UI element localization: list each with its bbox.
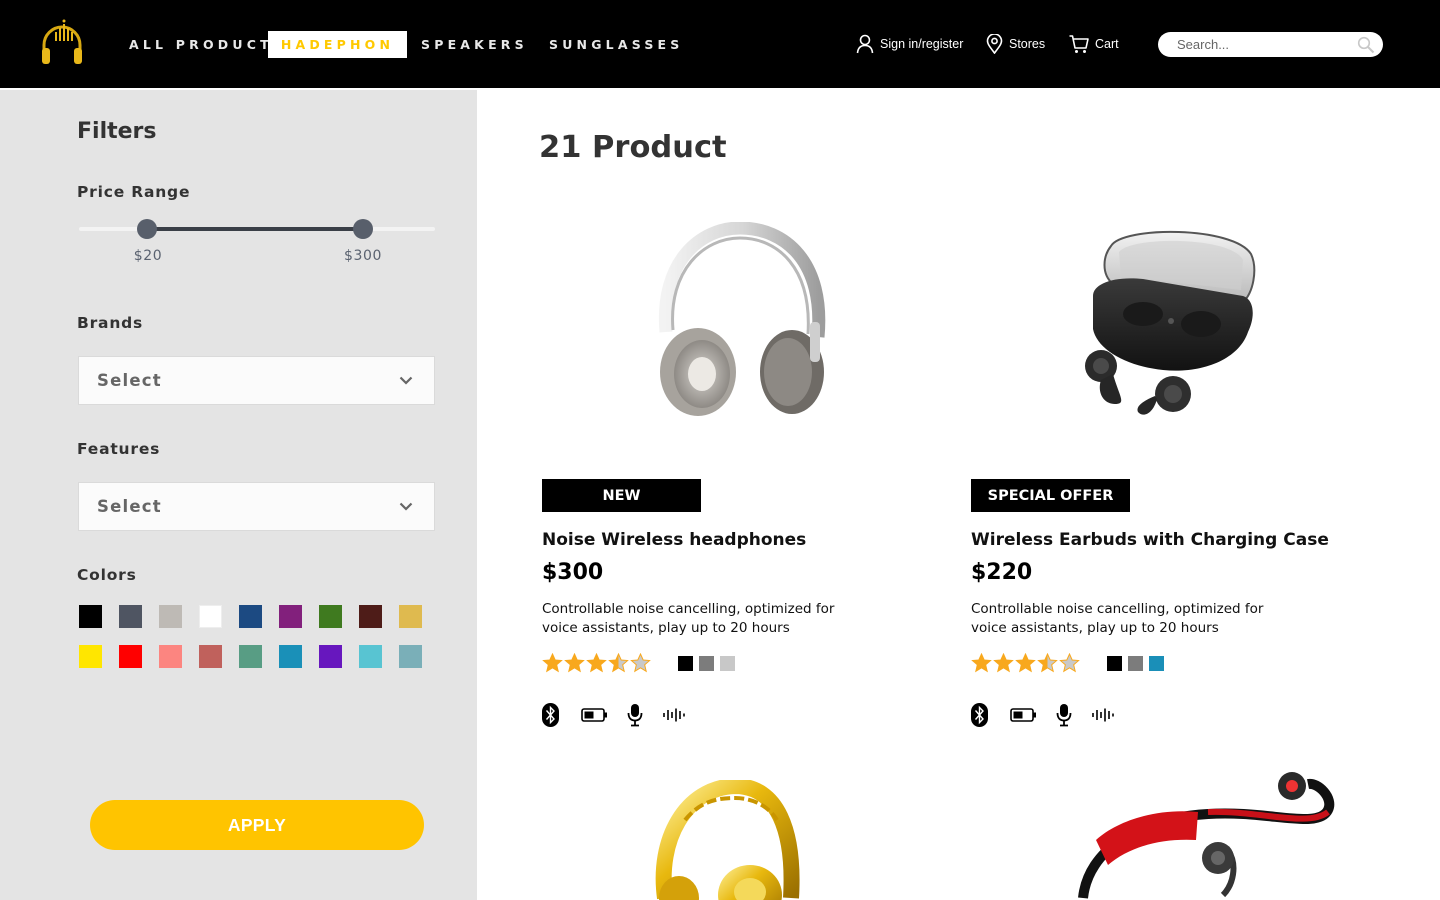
product-badge-new: NEW — [542, 479, 701, 512]
red-sport-earphones-image[interactable] — [1078, 770, 1338, 900]
microphone-icon — [627, 704, 643, 727]
color-swatch[interactable] — [279, 645, 302, 668]
user-icon — [856, 34, 874, 54]
price-range-title: Price Range — [77, 183, 191, 201]
silver-headphones-image[interactable] — [640, 222, 840, 422]
star-icon — [564, 653, 585, 673]
features-select[interactable]: Select — [78, 482, 435, 531]
star-rating — [971, 653, 1080, 673]
product-description: Controllable noise cancelling, optimized… — [971, 601, 1264, 636]
brands-select[interactable]: Select — [78, 356, 435, 405]
star-icon — [1059, 653, 1080, 673]
sign-in-link[interactable]: Sign in/register — [856, 34, 963, 54]
color-swatch[interactable] — [199, 605, 222, 628]
product-color-options — [1107, 656, 1164, 671]
apply-button[interactable]: APPLY — [90, 800, 424, 850]
color-swatch[interactable] — [399, 605, 422, 628]
color-swatch[interactable] — [119, 605, 142, 628]
star-icon — [542, 653, 563, 673]
color-swatch[interactable] — [279, 605, 302, 628]
earbuds-case-image[interactable] — [1083, 224, 1283, 424]
color-swatch[interactable] — [239, 605, 262, 628]
color-swatch[interactable] — [79, 605, 102, 628]
product-color-swatch[interactable] — [1149, 656, 1164, 671]
product-card: NEW Noise Wireless headphones $300 Contr… — [542, 200, 942, 740]
star-icon — [630, 653, 651, 673]
star-rating — [542, 653, 651, 673]
star-icon — [586, 653, 607, 673]
microphone-icon — [1056, 704, 1072, 727]
star-icon — [1037, 653, 1058, 673]
color-swatch[interactable] — [119, 645, 142, 668]
headphones-crown-logo[interactable] — [40, 18, 84, 68]
chevron-down-icon — [399, 376, 413, 385]
features-title: Features — [77, 440, 161, 458]
star-icon — [608, 653, 629, 673]
product-color-swatch[interactable] — [699, 656, 714, 671]
bluetooth-icon — [971, 703, 988, 727]
product-name[interactable]: Noise Wireless headphones — [542, 530, 806, 550]
color-swatch[interactable] — [319, 645, 342, 668]
filters-title: Filters — [77, 119, 157, 144]
price-max-label: $300 — [343, 248, 383, 264]
color-swatch[interactable] — [359, 605, 382, 628]
product-color-swatch[interactable] — [720, 656, 735, 671]
nav-sunglasses[interactable]: SUNGLASSES — [549, 31, 684, 58]
battery-icon — [581, 708, 607, 722]
product-name[interactable]: Wireless Earbuds with Charging Case — [971, 530, 1329, 550]
brands-select-value: Select — [97, 371, 162, 390]
color-swatch[interactable] — [199, 645, 222, 668]
product-card: SPECIAL OFFER Wireless Earbuds with Char… — [971, 200, 1371, 740]
color-swatch[interactable] — [159, 605, 182, 628]
cart-link[interactable]: Cart — [1069, 34, 1119, 54]
color-swatch[interactable] — [159, 645, 182, 668]
brands-title: Brands — [77, 314, 144, 332]
filters-sidebar: Filters Price Range $20 $300 Brands Sele… — [0, 90, 477, 900]
color-swatch[interactable] — [399, 645, 422, 668]
location-pin-icon — [986, 34, 1003, 54]
star-icon — [971, 653, 992, 673]
nav-hadephon[interactable]: HADEPHON — [268, 31, 407, 58]
product-badge-special-offer: SPECIAL OFFER — [971, 479, 1130, 512]
product-description: Controllable noise cancelling, optimized… — [542, 601, 835, 636]
colors-title: Colors — [77, 566, 137, 584]
product-price: $300 — [542, 560, 604, 585]
product-color-swatch[interactable] — [1107, 656, 1122, 671]
gold-headphones-image[interactable] — [655, 780, 800, 900]
sound-wave-icon — [1092, 708, 1114, 722]
stores-link[interactable]: Stores — [986, 34, 1045, 54]
bluetooth-icon — [542, 703, 559, 727]
color-swatch[interactable] — [239, 645, 262, 668]
sound-wave-icon — [663, 708, 685, 722]
star-icon — [993, 653, 1014, 673]
product-color-swatch[interactable] — [1128, 656, 1143, 671]
price-min-label: $20 — [133, 248, 163, 264]
battery-icon — [1010, 708, 1036, 722]
cart-label: Cart — [1095, 37, 1119, 51]
color-swatch[interactable] — [359, 645, 382, 668]
star-icon — [1015, 653, 1036, 673]
price-min-handle[interactable] — [137, 219, 157, 239]
search-icon[interactable] — [1357, 36, 1375, 54]
product-color-swatch[interactable] — [678, 656, 693, 671]
color-swatch[interactable] — [319, 605, 342, 628]
sign-in-label: Sign in/register — [880, 37, 964, 51]
product-color-options — [678, 656, 735, 671]
price-slider-range — [147, 227, 363, 231]
nav-speakers[interactable]: SPEAKERS — [421, 31, 528, 58]
product-price: $220 — [971, 560, 1033, 585]
nav-all-product[interactable]: ALL PRODUCT — [129, 31, 273, 58]
chevron-down-icon — [399, 502, 413, 511]
color-swatch[interactable] — [79, 645, 102, 668]
top-navigation-bar: ALL PRODUCT HADEPHON SPEAKERS SUNGLASSES… — [0, 0, 1440, 88]
search-input[interactable] — [1177, 37, 1357, 52]
cart-icon — [1069, 35, 1089, 53]
price-max-handle[interactable] — [353, 219, 373, 239]
stores-label: Stores — [1009, 37, 1046, 51]
features-select-value: Select — [97, 497, 162, 516]
search-box — [1158, 32, 1383, 57]
product-count: 21 Product — [539, 130, 727, 165]
